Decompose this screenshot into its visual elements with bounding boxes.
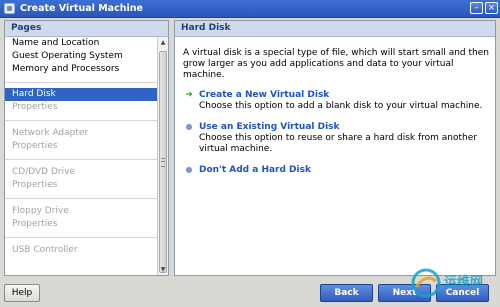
page-item-guest-os[interactable]: Guest Operating System (5, 50, 158, 63)
grip-icon (161, 158, 165, 167)
option-description: Choose this option to add a blank disk t… (199, 101, 483, 111)
page-item-network-properties: Properties (12, 141, 58, 151)
pages-header: Pages (5, 21, 168, 37)
divider (5, 237, 158, 238)
page-item-floppy-drive: Floppy Drive (12, 206, 69, 216)
green-arrow-icon: ➜ (185, 90, 193, 100)
close-button[interactable]: × (485, 2, 498, 14)
divider (5, 159, 158, 160)
option-create-new-disk[interactable]: ➜ Create a New Virtual Disk Choose this … (183, 90, 489, 112)
cancel-button[interactable]: Cancel (436, 284, 489, 302)
back-button[interactable]: Back (320, 284, 373, 302)
help-button[interactable]: Help (4, 284, 40, 302)
content-header: Hard Disk (175, 21, 495, 37)
minimize-button[interactable]: – (470, 2, 483, 14)
app-icon (4, 3, 15, 14)
content-body: A virtual disk is a special type of file… (183, 48, 489, 186)
window-title: Create Virtual Machine (20, 3, 143, 14)
scroll-thumb[interactable] (159, 51, 167, 273)
option-title[interactable]: Create a New Virtual Disk (199, 90, 489, 101)
page-item-cd-dvd-properties: Properties (12, 180, 58, 190)
pages-scrollbar[interactable]: ▲ ▼ (157, 37, 168, 275)
page-item-floppy-properties: Properties (12, 219, 58, 229)
divider (5, 82, 158, 83)
page-item-usb-controller: USB Controller (12, 245, 78, 255)
intro-text: A virtual disk is a special type of file… (183, 48, 489, 80)
page-item-cd-dvd-drive: CD/DVD Drive (12, 167, 75, 177)
divider (5, 198, 158, 199)
next-button[interactable]: Next (378, 284, 431, 302)
option-description: Choose this option to reuse or share a h… (199, 133, 477, 154)
bullet-icon: ● (185, 165, 193, 174)
divider (5, 120, 158, 121)
scroll-up-icon[interactable]: ▲ (159, 38, 167, 47)
page-item-name-location[interactable]: Name and Location (5, 37, 158, 50)
option-title[interactable]: Use an Existing Virtual Disk (199, 122, 489, 133)
scroll-down-icon[interactable]: ▼ (159, 265, 167, 274)
page-item-network-adapter: Network Adapter (12, 128, 89, 138)
content-panel: Hard Disk A virtual disk is a special ty… (174, 20, 496, 276)
option-use-existing-disk[interactable]: ● Use an Existing Virtual Disk Choose th… (183, 122, 489, 155)
title-bar: Create Virtual Machine – × (0, 0, 500, 18)
pages-list: Name and Location Guest Operating System… (5, 37, 158, 275)
page-item-hard-disk[interactable]: Hard Disk (5, 88, 158, 101)
bullet-icon: ● (185, 122, 193, 131)
page-item-memory-processors[interactable]: Memory and Processors (5, 63, 158, 76)
page-item-hard-disk-properties: Properties (12, 102, 58, 112)
option-title[interactable]: Don't Add a Hard Disk (199, 165, 489, 176)
pages-panel: Pages Name and Location Guest Operating … (4, 20, 169, 276)
option-no-hard-disk[interactable]: ● Don't Add a Hard Disk (183, 165, 489, 176)
